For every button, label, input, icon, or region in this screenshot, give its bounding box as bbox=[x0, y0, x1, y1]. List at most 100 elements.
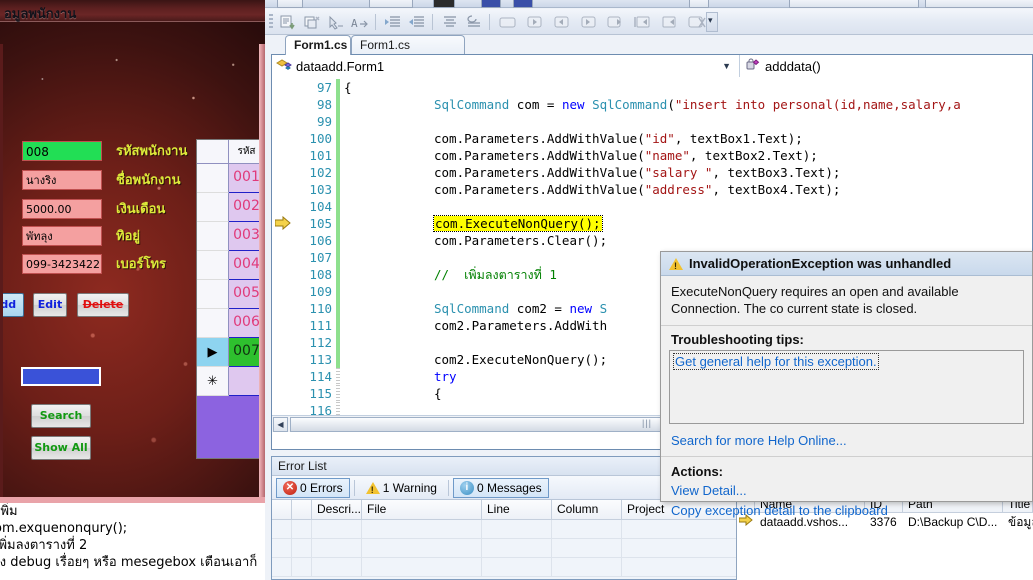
row-selector-cell[interactable] bbox=[197, 251, 229, 280]
table-row[interactable]: 001 bbox=[197, 164, 264, 193]
code-line[interactable]: SqlCommand com2 = new S bbox=[434, 300, 607, 317]
run-to-cursor-icon[interactable] bbox=[605, 12, 627, 32]
employee-id-field[interactable]: 008 bbox=[22, 141, 102, 161]
code-line[interactable]: com2.Parameters.AddWith bbox=[434, 317, 607, 334]
toolbar-button-partial[interactable] bbox=[277, 0, 303, 8]
chevron-down-icon[interactable]: ▼ bbox=[722, 61, 731, 71]
step-out-icon[interactable] bbox=[578, 12, 600, 32]
warnings-filter-button[interactable]: 1 Warning bbox=[359, 478, 444, 498]
step-into-icon[interactable] bbox=[551, 12, 573, 32]
align-left-icon[interactable] bbox=[439, 12, 461, 32]
new-row-asterisk-icon[interactable]: ✳ bbox=[197, 367, 229, 396]
toolbar-button-partial[interactable] bbox=[433, 0, 455, 8]
row-selector-cell[interactable] bbox=[197, 280, 229, 309]
exception-message: ExecuteNonQuery requires an open and ava… bbox=[661, 276, 1032, 326]
table-row-new[interactable]: ✳ bbox=[197, 367, 264, 396]
breakpoint-icon[interactable] bbox=[497, 12, 519, 32]
col-column[interactable]: Column bbox=[552, 500, 622, 519]
address-field[interactable]: พัทลุง bbox=[22, 226, 102, 246]
toolbar-combo-partial[interactable] bbox=[925, 0, 1033, 8]
employee-data-grid[interactable]: รหัส 001 002 003 004 005 006 ▶ 007 ✳ bbox=[196, 139, 265, 459]
table-row[interactable]: 003 bbox=[197, 222, 264, 251]
member-selector-value: adddata() bbox=[765, 58, 821, 74]
view-detail-row: View Detail... bbox=[661, 481, 1032, 501]
employee-name-field[interactable]: นางริง bbox=[22, 170, 102, 190]
svg-text:A: A bbox=[351, 17, 358, 30]
table-row-selected[interactable]: ▶ 007 bbox=[197, 338, 264, 367]
col-file[interactable]: File bbox=[362, 500, 482, 519]
code-line[interactable]: com.Parameters.AddWithValue("name", text… bbox=[434, 147, 818, 164]
outdent-block-icon[interactable] bbox=[463, 12, 485, 32]
code-line[interactable]: try bbox=[434, 368, 457, 385]
general-help-link[interactable]: Get general help for this exception. bbox=[673, 353, 879, 370]
code-line[interactable]: com.Parameters.Clear(); bbox=[434, 232, 607, 249]
code-line[interactable]: com2.ExecuteNonQuery(); bbox=[434, 351, 607, 368]
view-detail-link[interactable]: View Detail... bbox=[671, 483, 747, 498]
edit-button[interactable]: Edit bbox=[33, 293, 67, 317]
increase-indent-icon[interactable] bbox=[382, 12, 404, 32]
step-over-icon[interactable] bbox=[524, 12, 546, 32]
row-selector-arrow-icon[interactable]: ▶ bbox=[197, 338, 229, 367]
app-client-area: 008 รหัสพนักงาน นางริง ชื่อพนักงาน 5000.… bbox=[0, 22, 265, 497]
add-button[interactable]: Add bbox=[0, 293, 24, 317]
code-line[interactable]: com.Parameters.AddWithValue("id", textBo… bbox=[434, 130, 803, 147]
row-selector-cell[interactable] bbox=[197, 222, 229, 251]
search-input[interactable] bbox=[21, 367, 101, 386]
employee-name-label: ชื่อพนักงาน bbox=[116, 173, 181, 188]
uncomment-selection-icon[interactable] bbox=[301, 12, 323, 32]
salary-field[interactable]: 5000.00 bbox=[22, 199, 102, 219]
col-line[interactable]: Line bbox=[482, 500, 552, 519]
toolbar-grip[interactable] bbox=[269, 14, 273, 30]
code-line[interactable]: com.Parameters.AddWithValue("address", t… bbox=[434, 181, 840, 198]
table-row[interactable]: 002 bbox=[197, 193, 264, 222]
toolbar-button-partial[interactable] bbox=[369, 0, 413, 8]
search-button[interactable]: Search bbox=[31, 404, 91, 428]
show-all-button[interactable]: Show All bbox=[31, 436, 91, 460]
phone-field[interactable]: 099-3423422 bbox=[22, 254, 102, 274]
tab-form1-cs[interactable]: Form1.cs bbox=[285, 35, 351, 55]
row-selector-cell[interactable] bbox=[197, 309, 229, 338]
table-row[interactable]: 006 bbox=[197, 309, 264, 338]
next-bookmark-icon[interactable] bbox=[659, 12, 681, 32]
toolbar-overflow-button[interactable] bbox=[706, 12, 718, 32]
messages-filter-button[interactable]: i 0 Messages bbox=[452, 477, 549, 498]
toolbar-button-partial[interactable] bbox=[689, 0, 709, 8]
toolbar-combo-partial[interactable] bbox=[789, 0, 919, 8]
code-line[interactable]: { bbox=[344, 79, 352, 96]
decrease-indent-icon[interactable] bbox=[406, 12, 428, 32]
change-marker bbox=[336, 334, 340, 351]
format-selection-icon[interactable]: A bbox=[349, 12, 371, 32]
search-help-online-link[interactable]: Search for more Help Online... bbox=[671, 433, 847, 448]
type-selector-combo[interactable]: dataadd.Form1 ▼ bbox=[272, 55, 740, 77]
errors-filter-button[interactable]: ✕ 0 Errors bbox=[276, 477, 350, 498]
col-num[interactable] bbox=[292, 500, 312, 519]
line-number: 104 bbox=[309, 199, 332, 214]
table-row[interactable]: 005 bbox=[197, 280, 264, 309]
table-row[interactable]: 004 bbox=[197, 251, 264, 280]
glyph-margin[interactable] bbox=[272, 77, 294, 432]
row-selector-cell[interactable] bbox=[197, 164, 229, 193]
comment-selection-icon[interactable] bbox=[277, 12, 299, 32]
scroll-left-button[interactable]: ◀ bbox=[273, 417, 288, 432]
code-line[interactable]: com.Parameters.AddWithValue("salary ", t… bbox=[434, 164, 840, 181]
code-line[interactable]: // เพิ่มลงตารางที่ 1 bbox=[434, 266, 557, 283]
toggle-bookmark-icon[interactable] bbox=[325, 12, 347, 32]
toolbar-button-partial[interactable] bbox=[513, 0, 533, 8]
tab-form1-cs-design[interactable]: Form1.cs [Design] bbox=[351, 35, 465, 66]
code-line[interactable]: { bbox=[434, 385, 442, 402]
previous-bookmark-icon[interactable] bbox=[632, 12, 654, 32]
editor-navigation-bar: dataadd.Form1 ▼ adddata() bbox=[272, 55, 1032, 77]
col-icon[interactable] bbox=[272, 500, 292, 519]
delete-button[interactable]: Delete bbox=[77, 293, 129, 317]
col-description[interactable]: Descri... bbox=[312, 500, 362, 519]
code-line[interactable]: SqlCommand com = new SqlCommand("insert … bbox=[434, 96, 961, 113]
member-selector-combo[interactable]: adddata() bbox=[740, 55, 1032, 77]
line-number: 98 bbox=[316, 97, 332, 112]
code-line[interactable]: com.ExecuteNonQuery(); bbox=[433, 215, 603, 232]
clear-bookmarks-icon[interactable] bbox=[686, 12, 708, 32]
toolbar-button-partial[interactable] bbox=[481, 0, 501, 8]
note-line: เพิ่ม bbox=[0, 504, 18, 519]
copy-exception-link[interactable]: Copy exception detail to the clipboard bbox=[671, 503, 888, 518]
row-selector-cell[interactable] bbox=[197, 193, 229, 222]
change-marker bbox=[336, 283, 340, 300]
